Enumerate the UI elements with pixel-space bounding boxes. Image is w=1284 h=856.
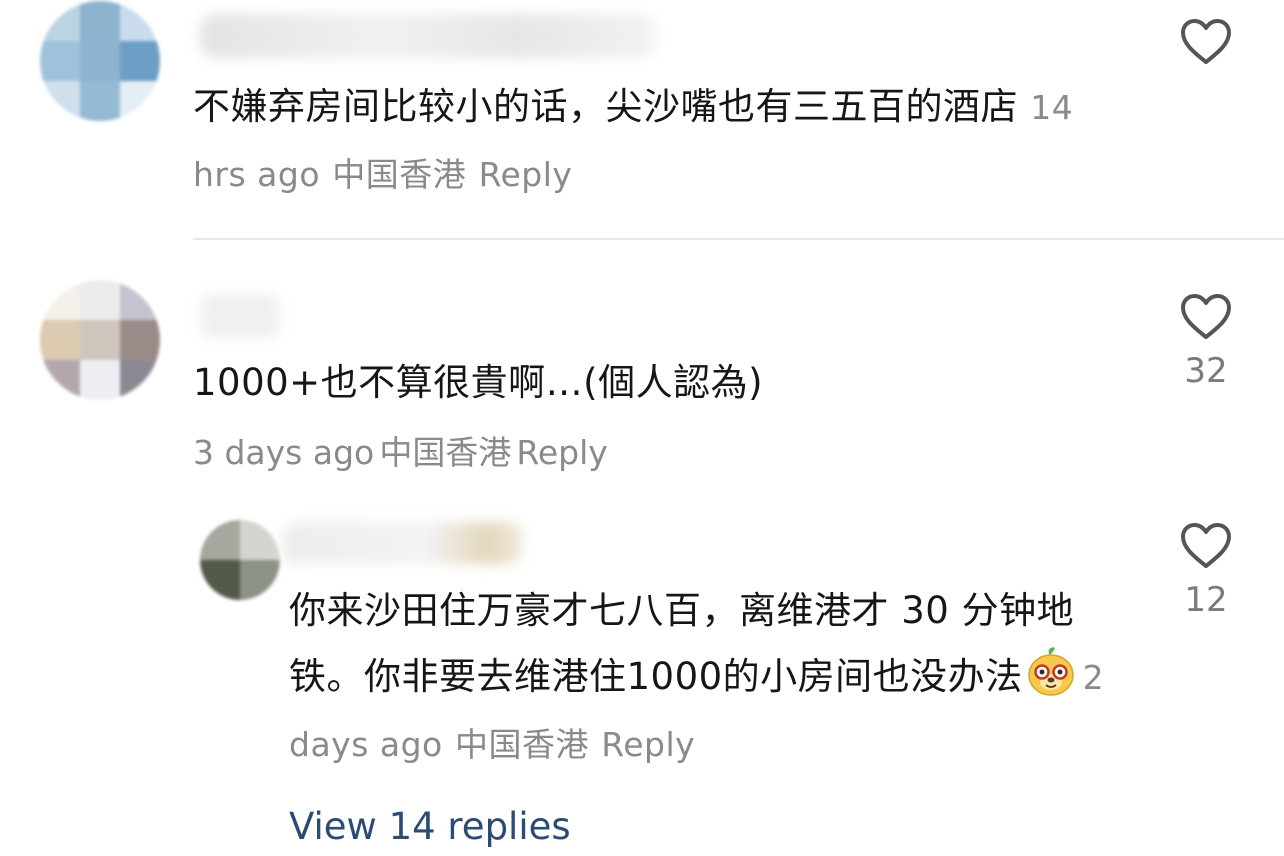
username-blurred[interactable] — [282, 522, 522, 564]
comment-3-text: 你来沙田住万豪才七八百，离维港才 30 分钟地铁。你非要去维港住1000的小房间… — [289, 589, 1075, 698]
avatar[interactable] — [40, 280, 160, 400]
bear-face-emoji — [1025, 645, 1077, 697]
like-count: 32 — [1184, 351, 1228, 391]
comment-1-reply-button[interactable]: Reply — [479, 155, 573, 194]
comment-2-meta: 3 days ago 中国香港 Reply — [193, 420, 608, 492]
comment-2-time: 3 days ago — [193, 433, 375, 472]
like-count: 12 — [1184, 580, 1228, 620]
comment-3-location: 中国香港 — [455, 725, 590, 764]
view-replies-link[interactable]: View 14 replies — [289, 800, 571, 854]
heart-outline-icon — [1181, 523, 1231, 568]
comments-panel: 不嫌弃房间比较小的话，尖沙嘴也有三五百的酒店 14 hrs ago 中国香港 R… — [0, 0, 1284, 856]
divider — [193, 238, 1284, 240]
heart-outline-icon — [1181, 19, 1231, 64]
comment-1-like-button[interactable] — [1176, 18, 1236, 66]
username-blurred[interactable] — [200, 14, 655, 58]
comment-1: 不嫌弃房间比较小的话，尖沙嘴也有三五百的酒店 14 hrs ago 中国香港 R… — [193, 74, 1133, 208]
username-blurred[interactable] — [200, 294, 280, 338]
avatar[interactable] — [40, 1, 160, 121]
comment-2-location: 中国香港 — [379, 433, 512, 472]
comment-1-text: 不嫌弃房间比较小的话，尖沙嘴也有三五百的酒店 — [193, 85, 1018, 128]
comment-3-like-button[interactable]: 12 — [1176, 522, 1236, 620]
comment-1-location: 中国香港 — [332, 155, 467, 194]
comment-2-reply-button[interactable]: Reply — [516, 433, 607, 472]
comment-3-reply-button[interactable]: Reply — [601, 725, 695, 764]
comment-2-like-button[interactable]: 32 — [1176, 293, 1236, 391]
comment-2-text: 1000+也不算很貴啊…(個人認為) — [193, 361, 764, 404]
avatar[interactable] — [200, 520, 280, 600]
comment-3: 你来沙田住万豪才七八百，离维港才 30 分钟地铁。你非要去维港住1000的小房间… — [289, 578, 1149, 778]
heart-outline-icon — [1181, 294, 1231, 339]
